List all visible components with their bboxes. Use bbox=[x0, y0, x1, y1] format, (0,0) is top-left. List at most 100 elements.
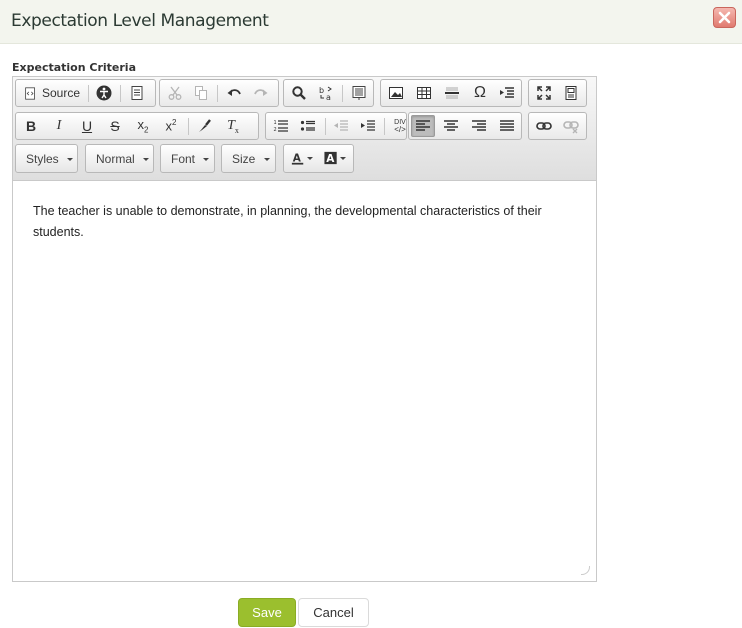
font-dropdown-label: Font bbox=[171, 152, 196, 166]
document-icon bbox=[131, 86, 143, 100]
editing-group: ba bbox=[283, 79, 374, 107]
document-group: Source bbox=[15, 79, 156, 107]
bold-icon: B bbox=[25, 118, 37, 134]
font-dropdown[interactable]: Font bbox=[160, 144, 215, 173]
bulleted-list-button[interactable] bbox=[296, 115, 320, 137]
text-color-button[interactable]: A bbox=[288, 147, 316, 169]
align-left-icon bbox=[416, 120, 430, 131]
rich-text-editor: Source b a Ω B I U S x2 x2 Tx 1 2 DIV </… bbox=[12, 76, 597, 582]
show-blocks-icon bbox=[565, 86, 577, 100]
image-icon bbox=[389, 87, 403, 99]
select-all-icon bbox=[352, 86, 366, 100]
link-button[interactable] bbox=[532, 115, 556, 137]
code-icon: </> bbox=[394, 125, 406, 134]
find-button[interactable] bbox=[287, 82, 311, 104]
dialog-header: Expectation Level Management bbox=[0, 0, 742, 44]
svg-text:A: A bbox=[326, 153, 335, 165]
view-group bbox=[528, 79, 587, 107]
subscript-button[interactable]: x2 bbox=[131, 115, 155, 137]
indent-block-icon bbox=[500, 87, 514, 98]
resize-handle[interactable] bbox=[581, 566, 590, 575]
close-icon bbox=[718, 11, 731, 24]
cut-button[interactable] bbox=[163, 82, 187, 104]
styles-dropdown-label: Styles bbox=[26, 152, 59, 166]
bold-button[interactable]: B bbox=[19, 115, 43, 137]
paragraph-group: 12 DIV </> bbox=[265, 112, 407, 140]
numbered-list-button[interactable]: 12 bbox=[269, 115, 293, 137]
replace-button[interactable]: ba bbox=[314, 82, 338, 104]
styles-dropdown[interactable]: Styles bbox=[15, 144, 78, 173]
undo-icon bbox=[227, 89, 241, 96]
page-break-button[interactable] bbox=[495, 82, 519, 104]
undo-button[interactable] bbox=[222, 82, 246, 104]
maximize-icon bbox=[537, 86, 551, 100]
show-blocks-button[interactable] bbox=[559, 82, 583, 104]
align-right-button[interactable] bbox=[467, 115, 491, 137]
svg-text:a: a bbox=[326, 93, 331, 101]
size-dropdown[interactable]: Size bbox=[221, 144, 276, 173]
source-icon bbox=[25, 86, 35, 100]
save-button[interactable]: Save bbox=[238, 598, 296, 627]
text-color-icon: A bbox=[291, 153, 304, 165]
insert-group: Ω bbox=[380, 79, 522, 107]
align-center-button[interactable] bbox=[439, 115, 463, 137]
format-dropdown-label: Normal bbox=[96, 152, 135, 166]
templates-button[interactable] bbox=[125, 82, 149, 104]
paintbrush-icon bbox=[199, 119, 211, 132]
search-icon bbox=[292, 86, 306, 100]
superscript-button[interactable]: x2 bbox=[159, 115, 183, 137]
links-group bbox=[528, 112, 587, 140]
color-group: A A bbox=[283, 144, 354, 173]
close-button[interactable] bbox=[713, 7, 736, 28]
special-char-button[interactable]: Ω bbox=[468, 82, 492, 104]
size-dropdown-label: Size bbox=[232, 152, 256, 166]
italic-icon: I bbox=[56, 118, 62, 133]
dialog-title: Expectation Level Management bbox=[11, 11, 269, 31]
chevron-down-icon bbox=[143, 158, 149, 161]
svg-text:2: 2 bbox=[274, 127, 277, 133]
background-color-icon: A bbox=[324, 151, 337, 165]
editor-content[interactable]: The teacher is unable to demonstrate, in… bbox=[33, 201, 573, 243]
accessibility-icon bbox=[96, 85, 112, 101]
background-color-button[interactable]: A bbox=[321, 147, 349, 169]
table-button[interactable] bbox=[412, 82, 436, 104]
align-right-icon bbox=[472, 120, 486, 131]
underline-button[interactable]: U bbox=[75, 115, 99, 137]
redo-button[interactable] bbox=[249, 82, 273, 104]
copy-icon bbox=[195, 86, 207, 100]
chevron-down-icon bbox=[203, 158, 209, 161]
align-left-button[interactable] bbox=[411, 115, 435, 137]
chevron-down-icon bbox=[307, 156, 313, 160]
accessibility-button[interactable] bbox=[92, 82, 116, 104]
maximize-button[interactable] bbox=[532, 82, 556, 104]
justify-icon bbox=[500, 120, 514, 131]
chevron-down-icon bbox=[264, 158, 270, 161]
indent-icon bbox=[361, 120, 375, 131]
unlink-button[interactable] bbox=[559, 115, 583, 137]
cancel-button[interactable]: Cancel bbox=[298, 598, 369, 627]
link-icon bbox=[536, 122, 552, 130]
align-center-icon bbox=[444, 120, 458, 131]
underline-icon: U bbox=[81, 118, 93, 134]
bulleted-list-icon bbox=[300, 120, 315, 131]
justify-button[interactable] bbox=[495, 115, 519, 137]
replace-icon: ba bbox=[319, 86, 332, 101]
strike-button[interactable]: S bbox=[103, 115, 127, 137]
format-dropdown[interactable]: Normal bbox=[85, 144, 154, 173]
subscript-icon: x2 bbox=[137, 117, 149, 135]
italic-button[interactable]: I bbox=[47, 115, 71, 137]
svg-text:1: 1 bbox=[274, 120, 277, 126]
source-button[interactable]: Source bbox=[19, 82, 85, 104]
indent-button[interactable] bbox=[356, 115, 380, 137]
chevron-down-icon bbox=[340, 156, 346, 160]
svg-text:b: b bbox=[319, 86, 324, 95]
image-button[interactable] bbox=[384, 82, 408, 104]
basic-styles-group: B I U S x2 x2 Tx bbox=[15, 112, 259, 140]
remove-format-button[interactable]: Tx bbox=[221, 115, 245, 137]
copy-format-button[interactable] bbox=[193, 115, 217, 137]
copy-button[interactable] bbox=[189, 82, 213, 104]
select-all-button[interactable] bbox=[347, 82, 371, 104]
horizontal-line-button[interactable] bbox=[440, 82, 464, 104]
outdent-button[interactable] bbox=[329, 115, 353, 137]
superscript-icon: x2 bbox=[165, 118, 177, 134]
